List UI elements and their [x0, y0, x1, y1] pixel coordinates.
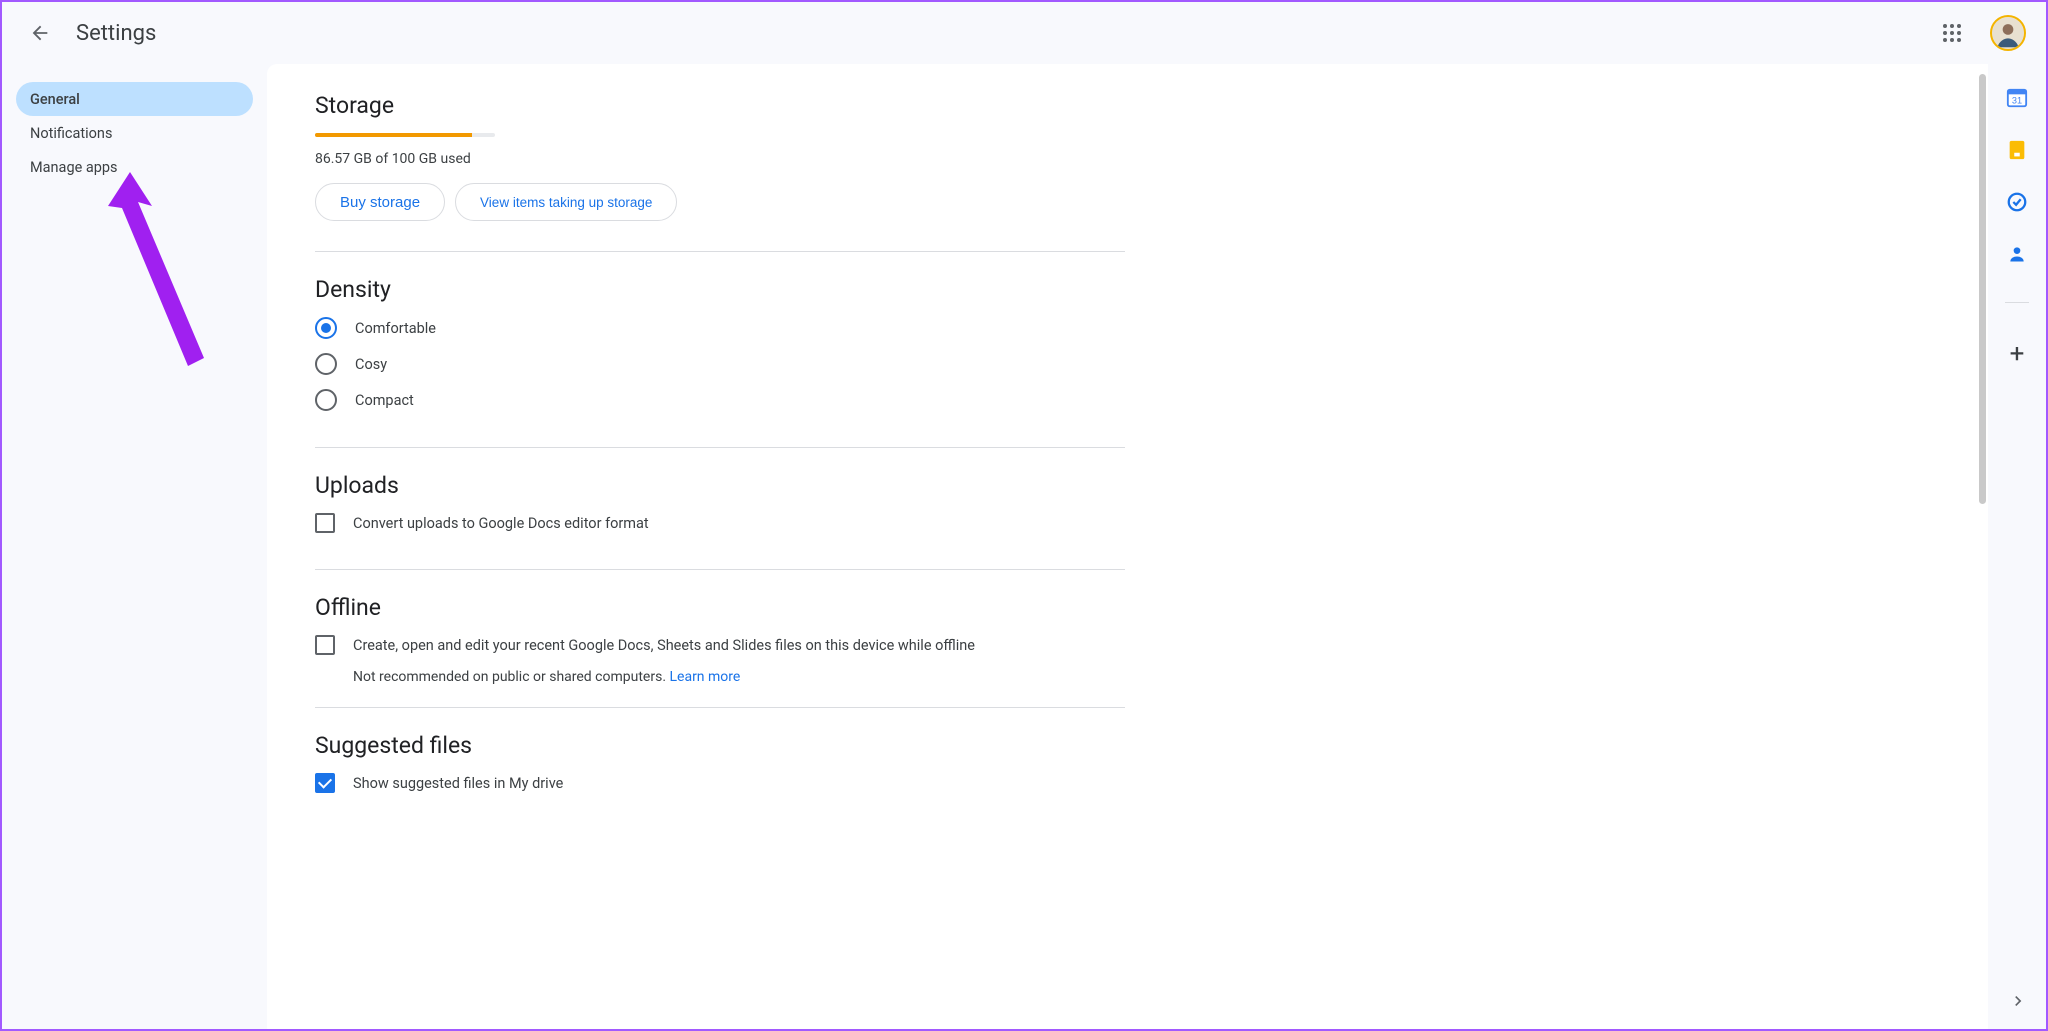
- nav-label: Manage apps: [30, 159, 118, 176]
- offline-note: Not recommended on public or shared comp…: [353, 669, 1940, 685]
- scrollbar[interactable]: [1979, 74, 1986, 504]
- view-storage-items-button[interactable]: View items taking up storage: [455, 183, 677, 221]
- tasks-app-icon[interactable]: [2005, 190, 2029, 214]
- side-panel: 31 +: [1988, 64, 2046, 1029]
- density-option-compact[interactable]: Compact: [315, 389, 1940, 411]
- offline-enable-option[interactable]: Create, open and edit your recent Google…: [315, 635, 1940, 655]
- density-heading: Density: [315, 276, 1940, 303]
- option-label: Show suggested files in My drive: [353, 775, 563, 792]
- radio-comfortable[interactable]: [315, 317, 337, 339]
- contacts-app-icon[interactable]: [2005, 242, 2029, 266]
- buy-storage-button[interactable]: Buy storage: [315, 183, 445, 221]
- keep-app-icon[interactable]: [2005, 138, 2029, 162]
- chevron-right-icon: [2008, 991, 2028, 1011]
- note-text: Not recommended on public or shared comp…: [353, 669, 669, 685]
- option-label: Cosy: [355, 356, 387, 373]
- offline-heading: Offline: [315, 594, 1940, 621]
- density-option-cosy[interactable]: Cosy: [315, 353, 1940, 375]
- account-avatar[interactable]: [1990, 15, 2026, 51]
- back-button[interactable]: [20, 13, 60, 53]
- side-panel-divider: [2005, 302, 2029, 303]
- checkbox-convert-uploads[interactable]: [315, 513, 335, 533]
- nav-item-notifications[interactable]: Notifications: [16, 116, 253, 150]
- nav-label: Notifications: [30, 125, 112, 142]
- storage-heading: Storage: [315, 92, 1940, 119]
- option-label: Compact: [355, 392, 414, 409]
- settings-scroll[interactable]: Storage 86.57 GB of 100 GB used Buy stor…: [267, 64, 1988, 1029]
- checkbox-offline[interactable]: [315, 635, 335, 655]
- storage-meter: [315, 133, 495, 137]
- radio-compact[interactable]: [315, 389, 337, 411]
- checkbox-suggested[interactable]: [315, 773, 335, 793]
- button-label: View items taking up storage: [480, 195, 652, 210]
- uploads-heading: Uploads: [315, 472, 1940, 499]
- settings-main-panel: Storage 86.57 GB of 100 GB used Buy stor…: [267, 64, 1988, 1029]
- option-label: Create, open and edit your recent Google…: [353, 637, 975, 654]
- add-addons-button[interactable]: +: [2010, 339, 2025, 369]
- settings-nav: General Notifications Manage apps: [2, 64, 267, 1029]
- option-label: Convert uploads to Google Docs editor fo…: [353, 515, 649, 532]
- storage-meter-fill: [315, 133, 472, 137]
- uploads-convert-option[interactable]: Convert uploads to Google Docs editor fo…: [315, 513, 1940, 533]
- svg-text:31: 31: [2012, 96, 2022, 106]
- avatar-image: [1992, 17, 2024, 49]
- button-label: Buy storage: [340, 194, 420, 211]
- arrow-left-icon: [29, 22, 51, 44]
- density-option-comfortable[interactable]: Comfortable: [315, 317, 1940, 339]
- google-apps-button[interactable]: [1932, 13, 1972, 53]
- calendar-app-icon[interactable]: 31: [2005, 86, 2029, 110]
- option-label: Comfortable: [355, 320, 436, 337]
- storage-usage-text: 86.57 GB of 100 GB used: [315, 151, 1940, 167]
- suggested-heading: Suggested files: [315, 732, 1940, 759]
- page-title: Settings: [76, 21, 156, 46]
- learn-more-link[interactable]: Learn more: [669, 669, 740, 685]
- radio-cosy[interactable]: [315, 353, 337, 375]
- nav-item-manage-apps[interactable]: Manage apps: [16, 150, 253, 184]
- nav-item-general[interactable]: General: [16, 82, 253, 116]
- nav-label: General: [30, 91, 80, 108]
- side-panel-collapse-button[interactable]: [2008, 991, 2028, 1015]
- suggested-show-option[interactable]: Show suggested files in My drive: [315, 773, 1940, 793]
- apps-grid-icon: [1943, 24, 1961, 42]
